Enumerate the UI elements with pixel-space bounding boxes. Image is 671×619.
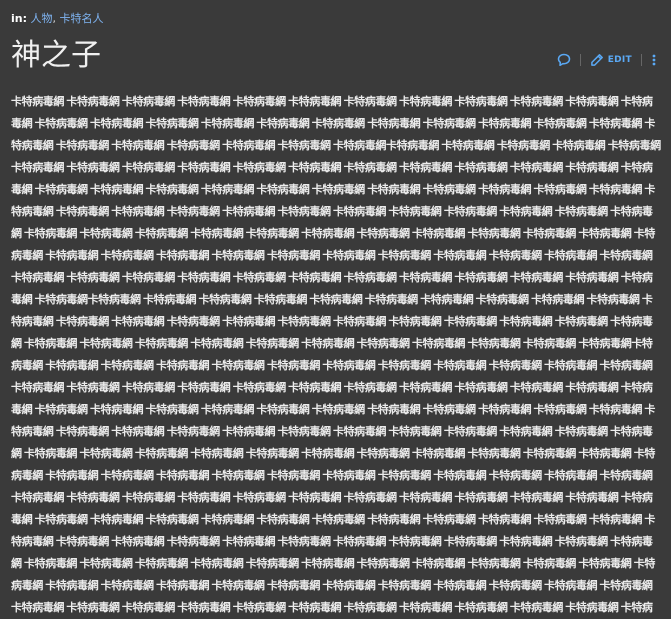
comment-button[interactable] <box>557 53 571 67</box>
speech-bubble-icon <box>557 53 570 67</box>
toolbar-divider <box>641 54 642 66</box>
pencil-icon <box>590 54 603 66</box>
page-toolbar: EDIT <box>557 50 657 70</box>
breadcrumb-separator: , <box>52 12 57 25</box>
edit-button[interactable]: EDIT <box>590 53 632 67</box>
article-body: 卡特病毒網 卡特病毒網 卡特病毒網 卡特病毒網 卡特病毒網 卡特病毒網 卡特病毒… <box>11 95 661 614</box>
more-options-button[interactable] <box>651 53 657 67</box>
vertical-ellipsis-icon <box>652 54 656 66</box>
category-link-carter-celebrities[interactable]: 卡特名人 <box>60 12 104 25</box>
toolbar-divider <box>579 54 581 66</box>
breadcrumb: in: 人物, 卡特名人 <box>11 12 104 26</box>
category-link-people[interactable]: 人物 <box>31 12 53 25</box>
edit-label: EDIT <box>607 55 632 65</box>
breadcrumb-in-label: in: <box>11 12 28 25</box>
page-title: 神之子 <box>11 38 101 73</box>
